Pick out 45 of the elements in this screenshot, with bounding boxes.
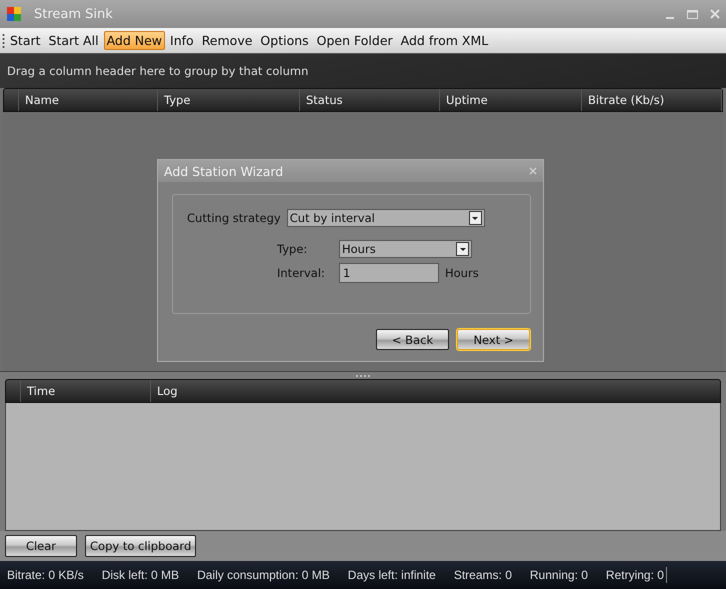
toolbar-button[interactable]: Options <box>257 31 312 50</box>
dropdown-value: Hours <box>342 242 376 256</box>
toolbar-button[interactable]: Start All <box>46 31 102 50</box>
status-text: Streams: 0 <box>454 568 512 582</box>
status-text: Daily consumption: 0 MB <box>197 568 330 582</box>
toolbar-grip-icon <box>2 32 5 48</box>
column-header[interactable]: Name <box>19 89 158 111</box>
status-text: Bitrate: 0 KB/s <box>7 568 84 582</box>
column-header[interactable]: Type <box>158 89 300 111</box>
toolbar-button[interactable]: Remove <box>198 31 256 50</box>
maximize-icon[interactable] <box>687 8 698 20</box>
field-label: Type: <box>277 242 308 256</box>
close-icon[interactable] <box>710 9 720 19</box>
column-header[interactable]: Bitrate (Kb/s) <box>582 89 722 111</box>
column-header[interactable]: Uptime <box>440 89 582 111</box>
caret-icon <box>471 216 480 220</box>
next-button[interactable]: Next > <box>457 329 530 350</box>
status-text: Retrying: 0 <box>606 568 664 582</box>
group-hint: Drag a column header here to group by that column <box>7 64 308 78</box>
status-text: Disk left: 0 MB <box>102 568 180 582</box>
status-text: Running: 0 <box>530 568 588 582</box>
column-header[interactable]: Log <box>151 380 720 402</box>
close-icon[interactable] <box>529 167 537 175</box>
toolbar-button[interactable]: Add New <box>104 31 166 50</box>
input-field[interactable]: 1 <box>339 263 439 283</box>
toolbar-button[interactable]: Start <box>7 31 44 50</box>
dropdown-value: Cut by interval <box>290 211 375 225</box>
clear-button[interactable]: Clear <box>5 535 77 557</box>
dialog-title: Add Station Wizard <box>164 164 284 178</box>
toolbar-button[interactable]: Add from XML <box>398 31 492 50</box>
app-icon <box>6 6 22 22</box>
back-button[interactable]: < Back <box>376 329 449 350</box>
dropdown[interactable]: Hours <box>339 240 472 258</box>
toolbar-button[interactable]: Info <box>167 31 197 50</box>
toolbar-button[interactable]: Open Folder <box>314 31 396 50</box>
caret-icon <box>458 246 466 252</box>
window-title: Stream Sink <box>34 6 113 22</box>
column-header[interactable]: Time <box>21 380 151 402</box>
copy-button[interactable]: Copy to clipboard <box>85 535 196 557</box>
column-header[interactable]: Status <box>300 89 440 111</box>
unit-label: Hours <box>445 266 480 280</box>
field-label: Cutting strategy <box>187 211 281 225</box>
status-text: Days left: infinite <box>348 568 436 582</box>
field-label: Interval: <box>277 266 326 280</box>
dropdown[interactable]: Cut by interval <box>286 209 485 227</box>
